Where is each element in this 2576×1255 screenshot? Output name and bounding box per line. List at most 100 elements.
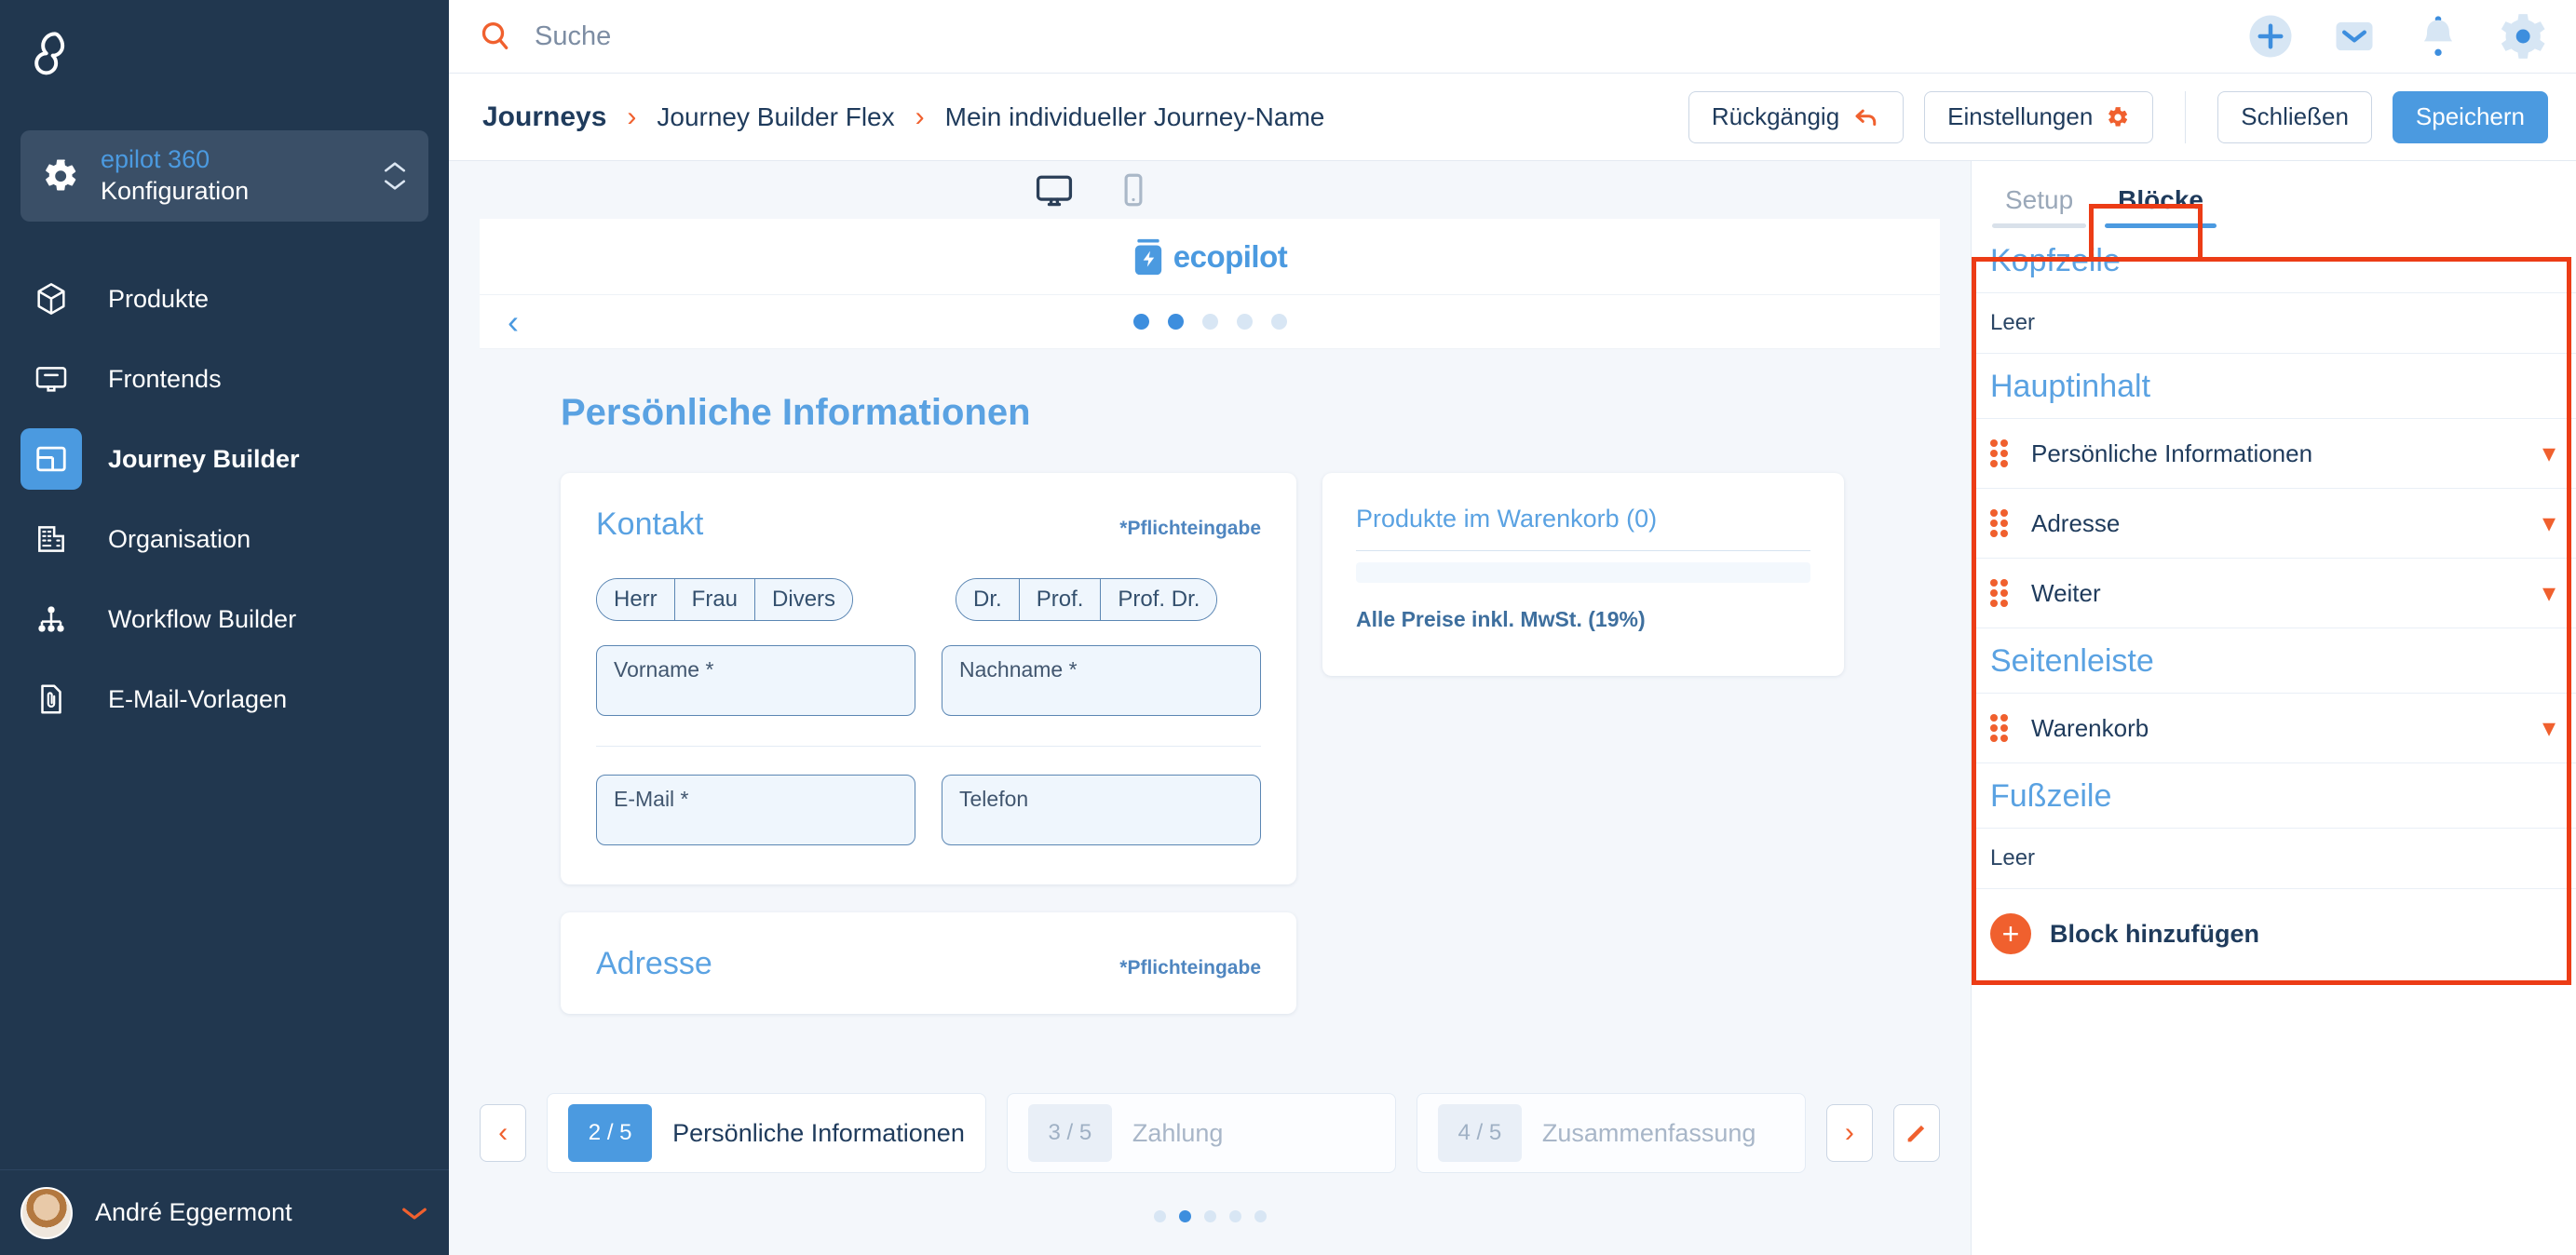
chevron-down-icon[interactable]: ▾ bbox=[2542, 715, 2556, 741]
carousel-dot[interactable] bbox=[1132, 314, 1149, 330]
org-switcher[interactable]: epilot 360 Konfiguration bbox=[20, 130, 428, 222]
preview-form: Persönliche Informationen Kontakt *Pflic… bbox=[449, 349, 1971, 1014]
step-card-personal[interactable]: 2 / 5 Persönliche Informationen bbox=[547, 1093, 986, 1173]
warenkorb-block[interactable]: Produkte im Warenkorb (0) Alle Preise in… bbox=[1322, 473, 1844, 676]
step-edit-button[interactable] bbox=[1892, 1104, 1940, 1162]
gear-icon[interactable] bbox=[2496, 10, 2548, 62]
chevron-up-icon bbox=[384, 162, 406, 172]
page-title: Persönliche Informationen bbox=[561, 392, 1031, 433]
step-dot[interactable] bbox=[1228, 1210, 1241, 1222]
contact-fields: E-Mail * Telefon bbox=[596, 775, 1261, 845]
action-buttons: Rückgängig Einstellungen Schließen Speic… bbox=[1688, 90, 2548, 143]
sidebar-item-produkte[interactable]: Produkte bbox=[0, 259, 449, 339]
breadcrumb-separator: › bbox=[627, 101, 637, 132]
title-option-prof[interactable]: Prof. bbox=[1019, 579, 1102, 620]
plus-icon[interactable] bbox=[2244, 10, 2297, 62]
group-title-seitenleiste: Seitenleiste bbox=[1972, 628, 2576, 694]
carousel-prev-icon[interactable]: ‹ bbox=[508, 304, 519, 339]
block-row-persoenliche-informationen[interactable]: Persönliche Informationen ▾ bbox=[1972, 419, 2576, 489]
drag-handle-icon[interactable] bbox=[1990, 439, 2011, 467]
salutation-option-divers[interactable]: Divers bbox=[755, 579, 853, 620]
brand-logo[interactable] bbox=[0, 0, 449, 102]
cart-title: Produkte im Warenkorb (0) bbox=[1356, 505, 1658, 533]
block-row-weiter[interactable]: Weiter ▾ bbox=[1972, 559, 2576, 628]
chevron-down-icon[interactable]: ▾ bbox=[2542, 510, 2556, 536]
step-prev-button[interactable]: ‹ bbox=[480, 1104, 527, 1162]
sidebar-item-frontends[interactable]: Frontends bbox=[0, 339, 449, 419]
salutation-option-herr[interactable]: Herr bbox=[597, 579, 675, 620]
step-badge: 2 / 5 bbox=[568, 1104, 653, 1162]
sidebar-item-label: Journey Builder bbox=[108, 444, 300, 473]
work-area: ecopilot ‹ Persönliche Informationen Kon… bbox=[449, 161, 2576, 1255]
step-dot[interactable] bbox=[1153, 1210, 1166, 1222]
cart-vat-note: Alle Preise inkl. MwSt. (19%) bbox=[1356, 607, 1646, 631]
main-region: Suche Journeys › Journey Builder Flex › … bbox=[449, 0, 2576, 1255]
epilot-logo-icon bbox=[34, 32, 65, 75]
drag-handle-icon[interactable] bbox=[1990, 579, 2011, 607]
breadcrumb-item-journey-builder-flex[interactable]: Journey Builder Flex bbox=[657, 102, 894, 132]
settings-button[interactable]: Einstellungen bbox=[1924, 90, 2154, 143]
search-input[interactable]: Suche bbox=[477, 18, 2244, 55]
step-card-zahlung[interactable]: 3 / 5 Zahlung bbox=[1006, 1093, 1396, 1173]
salutation-option-frau[interactable]: Frau bbox=[674, 579, 756, 620]
telefon-field[interactable]: Telefon bbox=[942, 775, 1261, 845]
save-button[interactable]: Speichern bbox=[2392, 90, 2548, 143]
drag-handle-icon[interactable] bbox=[1990, 509, 2011, 537]
top-icon-group bbox=[2244, 10, 2548, 62]
nachname-field[interactable]: Nachname * bbox=[942, 645, 1261, 716]
sidebar-item-journey-builder[interactable]: Journey Builder bbox=[0, 419, 449, 499]
step-card-zusammenfassung[interactable]: 4 / 5 Zusammenfassung bbox=[1416, 1093, 1806, 1173]
kontakt-block[interactable]: Kontakt *Pflichteingabe Herr Frau Divers bbox=[561, 473, 1296, 884]
sidebar-item-email-vorlagen[interactable]: E-Mail-Vorlagen bbox=[0, 659, 449, 739]
undo-label: Rückgängig bbox=[1711, 102, 1840, 130]
gear-icon bbox=[2108, 106, 2128, 127]
step-dot[interactable] bbox=[1178, 1210, 1191, 1222]
adresse-block[interactable]: Adresse *Pflichteingabe bbox=[561, 912, 1296, 1014]
top-bar: Suche bbox=[449, 0, 2576, 74]
mail-icon[interactable] bbox=[2328, 10, 2380, 62]
undo-button[interactable]: Rückgängig bbox=[1688, 90, 1905, 143]
block-row-warenkorb[interactable]: Warenkorb ▾ bbox=[1972, 694, 2576, 763]
email-field[interactable]: E-Mail * bbox=[596, 775, 915, 845]
mobile-icon[interactable] bbox=[1114, 170, 1153, 209]
close-button[interactable]: Schließen bbox=[2217, 90, 2372, 143]
desktop-icon[interactable] bbox=[1034, 169, 1075, 210]
block-row-adresse[interactable]: Adresse ▾ bbox=[1972, 489, 2576, 559]
chevron-down-icon[interactable]: ▾ bbox=[2542, 440, 2556, 466]
tab-setup[interactable]: Setup bbox=[1983, 185, 2095, 228]
tab-bloecke[interactable]: Blöcke bbox=[2095, 185, 2226, 228]
sidebar-nav: Produkte Frontends Journey Builder Organ… bbox=[0, 259, 449, 739]
carousel-dot[interactable] bbox=[1201, 314, 1218, 330]
vorname-field[interactable]: Vorname * bbox=[596, 645, 915, 716]
add-block-button[interactable]: + Block hinzufügen bbox=[1972, 889, 2576, 978]
workflow-icon bbox=[20, 588, 82, 650]
plus-icon: + bbox=[1990, 913, 2031, 954]
step-next-button[interactable]: › bbox=[1825, 1104, 1873, 1162]
step-badge: 3 / 5 bbox=[1027, 1104, 1112, 1162]
title-option-dr[interactable]: Dr. bbox=[956, 579, 1020, 620]
add-block-label: Block hinzufügen bbox=[2050, 919, 2259, 948]
bell-icon[interactable] bbox=[2412, 10, 2464, 62]
breadcrumb-item-journeys[interactable]: Journeys bbox=[482, 101, 606, 133]
app-root: epilot 360 Konfiguration Produkte Fronte… bbox=[0, 0, 2576, 1255]
field-label: E-Mail * bbox=[614, 787, 689, 811]
preview-brand-header: ecopilot bbox=[480, 219, 1940, 295]
step-dot[interactable] bbox=[1254, 1210, 1267, 1222]
sidebar-item-workflow-builder[interactable]: Workflow Builder bbox=[0, 579, 449, 659]
step-badge: 4 / 5 bbox=[1437, 1104, 1522, 1162]
org-switch-chevrons[interactable] bbox=[382, 161, 408, 191]
carousel-dot[interactable] bbox=[1167, 314, 1184, 330]
title-option-prof-dr[interactable]: Prof. Dr. bbox=[1101, 579, 1217, 620]
avatar bbox=[20, 1186, 73, 1239]
chevron-down-icon[interactable] bbox=[400, 1205, 428, 1221]
user-profile[interactable]: André Eggermont bbox=[0, 1169, 449, 1255]
chevron-down-icon[interactable]: ▾ bbox=[2542, 580, 2556, 606]
building-icon bbox=[20, 508, 82, 570]
step-dot[interactable] bbox=[1203, 1210, 1216, 1222]
carousel-dot[interactable] bbox=[1236, 314, 1253, 330]
drag-handle-icon[interactable] bbox=[1990, 714, 2011, 742]
step-label: Zusammenfassung bbox=[1541, 1118, 1756, 1147]
sidebar-item-organisation[interactable]: Organisation bbox=[0, 499, 449, 579]
required-note: *Pflichteingabe bbox=[1119, 518, 1261, 539]
carousel-dot[interactable] bbox=[1270, 314, 1287, 330]
